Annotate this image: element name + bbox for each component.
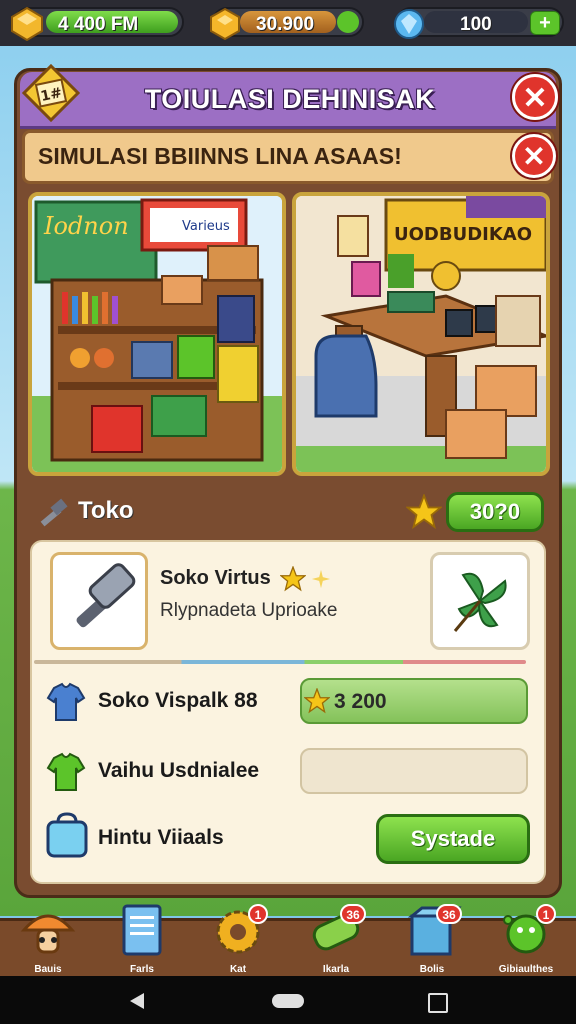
- section-price-button[interactable]: 30?0: [446, 492, 544, 532]
- star-icon: [406, 494, 442, 530]
- systade-button[interactable]: Systade: [376, 814, 530, 864]
- stat-star-icon: [304, 688, 330, 714]
- stat-value-box-1: 3 200: [300, 678, 528, 724]
- close-subtitle-button[interactable]: ✕: [512, 134, 556, 178]
- nav-label: Bauis: [34, 964, 62, 975]
- right-sign: UODBUDIKAO: [394, 224, 532, 245]
- nav-item-gibiaulthes[interactable]: 1 Gibiaulthes: [494, 900, 558, 975]
- leaf-tile[interactable]: [430, 552, 530, 650]
- office-desk-image[interactable]: UODBUDIKAO: [292, 192, 550, 476]
- left-sign-2: Varieus: [182, 219, 230, 234]
- nav-label: Kat: [229, 964, 247, 975]
- nav-item-farls[interactable]: Farls: [110, 900, 174, 975]
- stat-label-3: Hintu Viiaals: [98, 826, 224, 849]
- blue-gem-icon: [394, 9, 424, 39]
- bottom-navigation: [0, 918, 576, 979]
- shirt-icon: [46, 682, 86, 721]
- sparkle-icon: [311, 569, 331, 589]
- stat-value-box-2[interactable]: [300, 748, 528, 794]
- leaf-icon: [453, 572, 507, 632]
- notification-badge: 36: [340, 904, 366, 924]
- nav-label: Farls: [130, 964, 154, 975]
- stat-label-1: Soko Vispalk 88: [98, 689, 258, 712]
- notification-badge: 36: [436, 904, 462, 924]
- stat-label-2: Vaihu Usdnialee: [98, 759, 260, 782]
- office-desk-illustration: UODBUDIKAO: [296, 196, 546, 472]
- item-tile[interactable]: [50, 552, 148, 650]
- stat-value-1: 3 200: [334, 690, 387, 713]
- mushroom-icon: [20, 914, 76, 954]
- gems-amount: 100: [460, 14, 492, 35]
- tablet-icon: [46, 812, 88, 858]
- add-gems-button[interactable]: +: [530, 11, 560, 35]
- left-sign-1: Iodnon: [43, 212, 129, 240]
- recents-icon[interactable]: [428, 993, 448, 1013]
- section-label: Toko: [78, 497, 134, 524]
- nav-item-kat[interactable]: 1 Kat: [206, 900, 270, 975]
- window-title: TOIULASI DEHINISAK: [144, 84, 436, 114]
- gems-resource[interactable]: 100 +: [394, 7, 564, 39]
- coins-resource[interactable]: 30.900: [210, 7, 364, 41]
- nav-item-ikarla[interactable]: 36 Ikarla: [304, 900, 368, 975]
- nav-item-bauis[interactable]: Bauis: [16, 900, 80, 975]
- system-nav-bar: [0, 976, 576, 1024]
- hammer-icon: [40, 498, 68, 527]
- gold-amount: 4 400 FM: [58, 14, 139, 35]
- back-icon[interactable]: [128, 992, 146, 1010]
- item-description: Rlypnadeta Uprioake: [160, 600, 338, 621]
- nav-label: Bolis: [419, 964, 445, 975]
- home-icon[interactable]: [272, 994, 304, 1008]
- gold-resource[interactable]: 4 400 FM: [11, 7, 184, 41]
- notification-badge: 1: [536, 904, 556, 924]
- close-window-button[interactable]: ✕: [512, 74, 558, 120]
- store-shelves-illustration: Iodnon Varieus: [32, 196, 282, 472]
- hammer-tool-icon: [76, 563, 136, 628]
- shop-badge-icon: 1#: [22, 64, 80, 122]
- divider: [34, 660, 526, 664]
- item-name: Soko Virtus: [160, 567, 271, 589]
- resource-bar: 4 400 FM 30.900 100 +: [0, 0, 576, 46]
- coin-icon: [210, 7, 240, 41]
- gold-gem-icon: [11, 7, 43, 41]
- green-shirt-icon: [46, 752, 86, 791]
- item-star-icon: [280, 566, 306, 592]
- nav-label: Ikarla: [322, 964, 350, 975]
- coins-amount: 30.900: [256, 14, 315, 35]
- nav-item-bolis[interactable]: 36 Bolis: [400, 900, 464, 975]
- notification-badge: 1: [248, 904, 268, 924]
- nav-label: Gibiaulthes: [498, 964, 554, 975]
- subtitle-text: SIMULASI BBIINNS LINA ASAAS!: [38, 143, 402, 169]
- store-shelves-image[interactable]: Iodnon Varieus: [28, 192, 286, 476]
- document-icon: [122, 904, 162, 956]
